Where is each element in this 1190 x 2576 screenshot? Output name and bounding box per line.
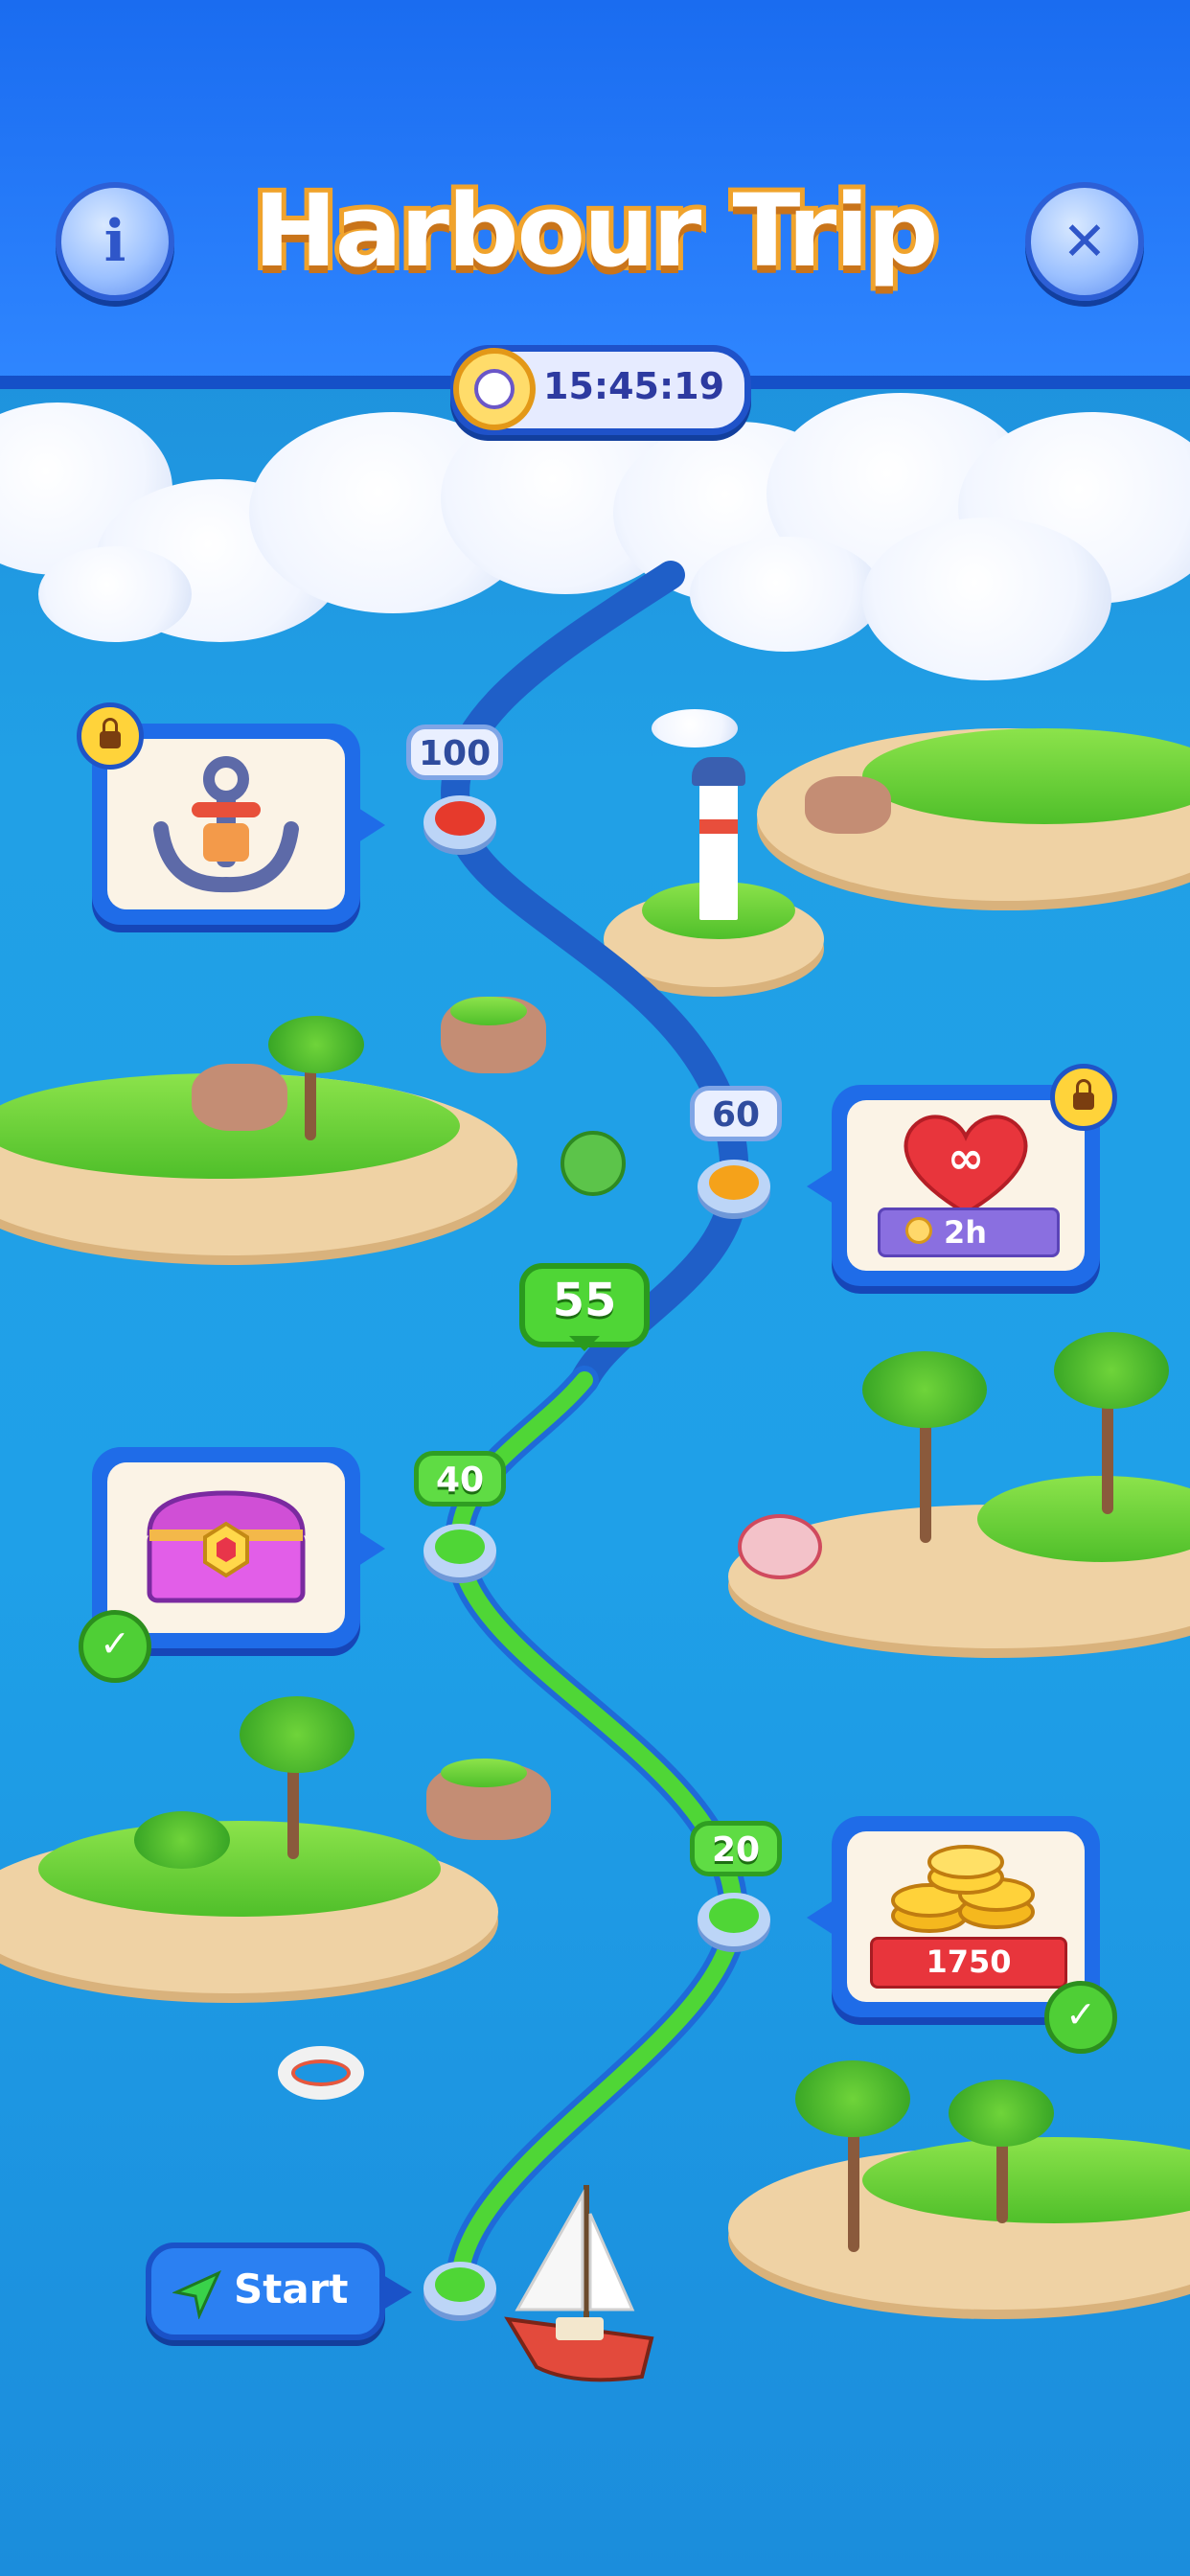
reward-card-40[interactable]: ✓ (79, 1447, 385, 1683)
duration-ribbon: 2h (878, 1208, 1060, 1257)
level-node-40[interactable] (423, 1524, 496, 1577)
level-node-start[interactable] (423, 2262, 496, 2315)
reward-card-20[interactable]: 1750 ✓ (807, 1816, 1117, 2054)
current-level-badge: 55 (519, 1263, 650, 1351)
treasure-chest-icon (147, 1490, 306, 1603)
anchor-icon (153, 756, 299, 893)
coins-ribbon: 1750 (870, 1937, 1067, 1989)
start-label: Start (234, 2266, 349, 2312)
reward-card-100[interactable] (77, 702, 385, 925)
claimed-check-icon: ✓ (79, 1610, 151, 1683)
reward-card-60[interactable]: ∞ 2h (807, 1064, 1117, 1286)
level-node-20[interactable] (698, 1893, 770, 1946)
lock-icon (77, 702, 144, 770)
path-locked-segment (441, 561, 749, 1394)
claimed-check-icon: ✓ (1044, 1981, 1117, 2054)
send-arrow-icon (172, 2269, 222, 2319)
sailboat (504, 2185, 654, 2382)
reward-amount: 1750 (926, 1944, 1012, 1980)
level-node-60[interactable] (698, 1160, 770, 1213)
map-stage: i ✕ Harbour Trip 15:45:19 100 60 55 40 2… (0, 0, 1190, 2576)
start-button[interactable]: Start (146, 2242, 412, 2340)
timer-small-icon (905, 1217, 932, 1244)
level-label-60: 60 (690, 1086, 782, 1141)
heart-icon: ∞ (904, 1115, 1028, 1216)
level-label-20: 20 (690, 1821, 782, 1876)
reward-duration: 2h (944, 1214, 988, 1251)
lock-icon (1050, 1064, 1117, 1131)
infinity-icon: ∞ (948, 1132, 984, 1184)
level-label-40: 40 (414, 1451, 506, 1506)
level-node-100[interactable] (423, 795, 496, 849)
level-label-100: 100 (406, 724, 504, 780)
gold-coins-icon (891, 1845, 1035, 1933)
